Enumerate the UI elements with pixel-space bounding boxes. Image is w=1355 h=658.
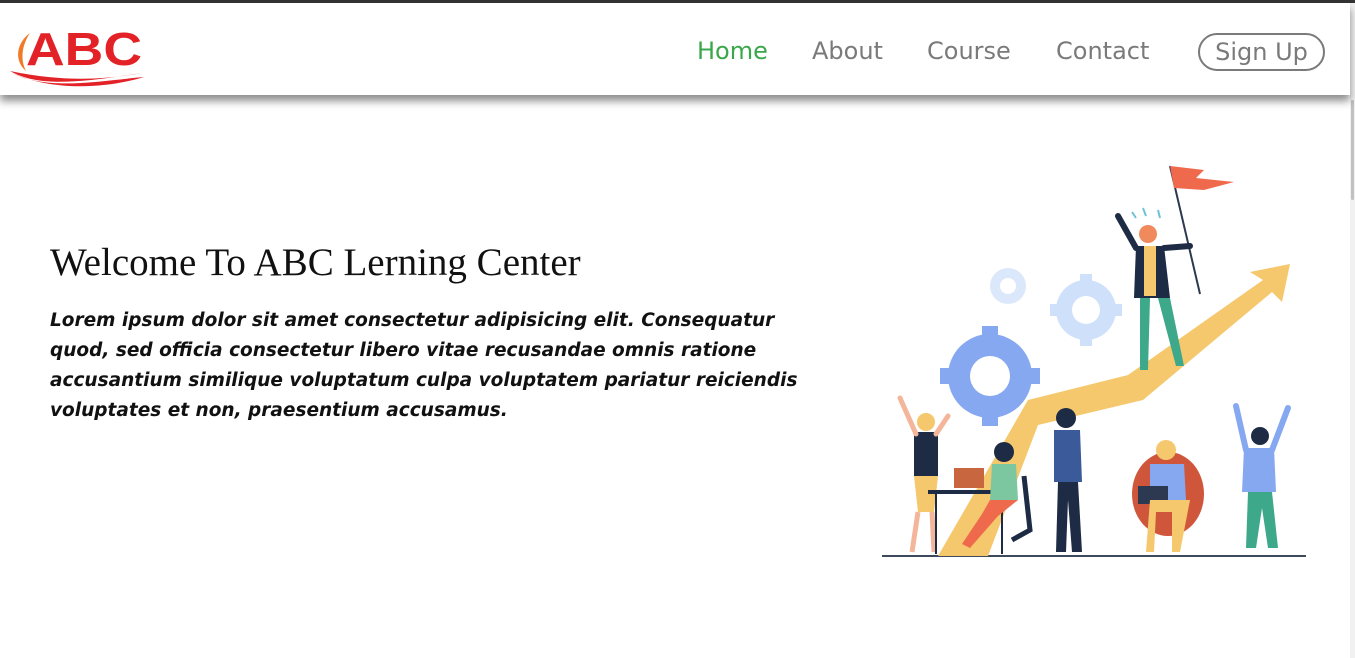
sign-up-button[interactable]: Sign Up bbox=[1198, 33, 1325, 71]
main-nav: Home About Course Contact bbox=[0, 37, 1350, 77]
nav-course-link[interactable]: Course bbox=[927, 37, 1011, 65]
nav-contact-link[interactable]: Contact bbox=[1056, 37, 1149, 65]
navbar: ABC Home About Course Contact Sign Up bbox=[0, 3, 1350, 95]
scrollbar-thumb[interactable] bbox=[1351, 100, 1354, 200]
nav-about-link[interactable]: About bbox=[812, 37, 883, 65]
nav-home-link[interactable]: Home bbox=[697, 37, 768, 65]
gear-icon-tiny bbox=[990, 268, 1026, 304]
hero-description: Lorem ipsum dolor sit amet consectetur a… bbox=[50, 310, 798, 421]
gear-icon-small bbox=[1050, 274, 1122, 346]
hero-title: Welcome To ABC Lerning Center bbox=[50, 241, 581, 284]
team-success-illustration bbox=[882, 165, 1306, 557]
